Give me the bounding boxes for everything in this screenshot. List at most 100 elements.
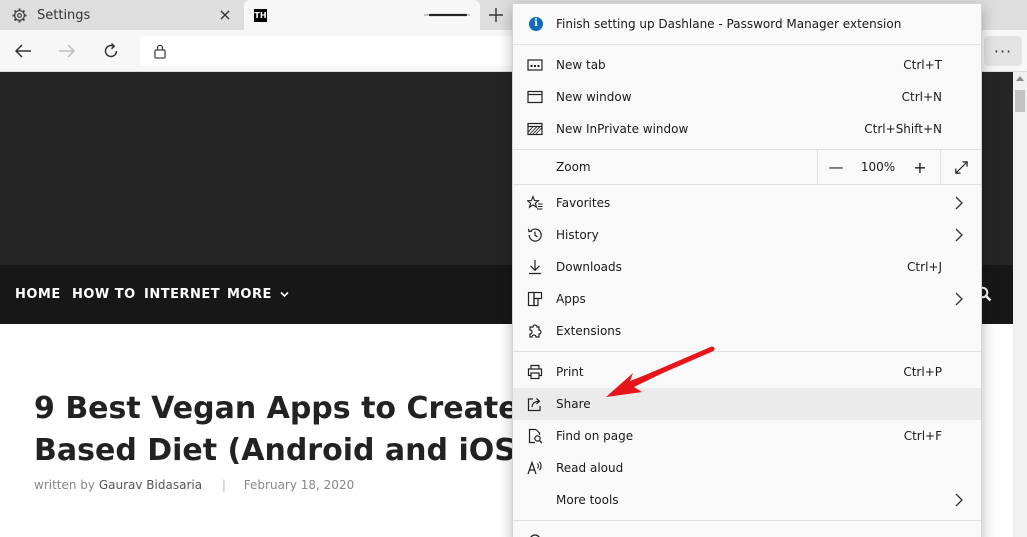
byline-prefix: written by bbox=[34, 478, 96, 492]
menu-item-new-inprivate-window[interactable]: New InPrivate window Ctrl+Shift+N bbox=[513, 113, 981, 145]
menu-divider bbox=[513, 351, 981, 352]
menu-label: New InPrivate window bbox=[556, 122, 689, 136]
article-title-line-1: 9 Best Vegan Apps to Create Pl bbox=[34, 391, 514, 426]
history-clock-icon bbox=[527, 228, 542, 242]
menu-item-new-tab[interactable]: New tab Ctrl+T bbox=[513, 49, 981, 81]
nav-more-link[interactable]: MORE bbox=[227, 287, 289, 302]
close-icon[interactable] bbox=[217, 7, 233, 23]
author-link[interactable]: Gaurav Bidasaria bbox=[99, 478, 202, 492]
nav-how-to-link[interactable]: HOW TO bbox=[72, 287, 136, 302]
arrow-left-icon bbox=[14, 44, 31, 58]
find-on-page-icon bbox=[528, 428, 543, 444]
menu-label: Downloads bbox=[556, 260, 622, 274]
scroll-thumb[interactable] bbox=[1015, 90, 1025, 112]
menu-divider bbox=[513, 520, 981, 521]
notice-text: Finish setting up Dashlane - Password Ma… bbox=[556, 17, 902, 31]
download-icon bbox=[529, 260, 541, 275]
menu-label: Extensions bbox=[556, 324, 622, 338]
menu-shortcut: Ctrl+T bbox=[903, 58, 942, 72]
refresh-button[interactable] bbox=[98, 38, 124, 64]
chevron-down-icon bbox=[280, 291, 289, 298]
menu-label: Find on page bbox=[556, 429, 634, 443]
chevron-right-icon bbox=[955, 493, 963, 507]
window-icon bbox=[527, 90, 543, 104]
settings-and-more-button[interactable]: ··· bbox=[984, 36, 1022, 66]
menu-item-read-aloud[interactable]: Read aloud bbox=[513, 452, 981, 484]
chevron-right-icon bbox=[955, 228, 963, 242]
menu-shortcut: Ctrl+F bbox=[903, 429, 942, 443]
menu-label: More tools bbox=[556, 493, 619, 507]
nav-internet-link[interactable]: INTERNET bbox=[144, 287, 220, 302]
menu-label: Read aloud bbox=[556, 461, 624, 475]
menu-label: Favorites bbox=[556, 196, 611, 210]
tab-active-article[interactable]: TH bbox=[244, 0, 480, 30]
menu-label: History bbox=[556, 228, 599, 242]
arrow-right-icon bbox=[59, 44, 76, 58]
menu-label: New tab bbox=[556, 58, 606, 72]
plus-icon bbox=[489, 8, 503, 22]
menu-item-print[interactable]: Print Ctrl+P bbox=[513, 356, 981, 388]
menu-divider bbox=[513, 184, 981, 185]
fullscreen-icon bbox=[955, 160, 968, 174]
chevron-right-icon bbox=[955, 196, 963, 210]
menu-item-downloads[interactable]: Downloads Ctrl+J bbox=[513, 251, 981, 283]
lock-icon bbox=[154, 44, 166, 59]
settings-and-more-menu: i Finish setting up Dashlane - Password … bbox=[512, 3, 982, 537]
gear-icon bbox=[12, 7, 27, 23]
menu-item-favorites[interactable]: Favorites bbox=[513, 187, 981, 219]
menu-item-share[interactable]: Share bbox=[513, 388, 981, 420]
byline-separator: | bbox=[221, 478, 226, 492]
refresh-icon bbox=[104, 42, 118, 58]
menu-shortcut: Ctrl+Shift+N bbox=[864, 122, 942, 136]
extension-setup-notice[interactable]: i Finish setting up Dashlane - Password … bbox=[513, 4, 981, 45]
menu-item-more-tools[interactable]: More tools bbox=[513, 484, 981, 516]
share-icon bbox=[527, 398, 541, 412]
new-tab-icon bbox=[527, 59, 543, 71]
nav-more-label: MORE bbox=[227, 287, 272, 302]
publish-date: February 18, 2020 bbox=[243, 478, 355, 492]
settings-gear-icon bbox=[530, 534, 540, 537]
menu-label: Share bbox=[556, 397, 591, 411]
page-scrollbar[interactable] bbox=[1013, 72, 1027, 537]
info-icon: i bbox=[529, 17, 543, 31]
menu-shortcut: Ctrl+P bbox=[903, 365, 942, 379]
favorites-star-icon bbox=[527, 195, 543, 210]
nav-home-link[interactable]: HOME bbox=[15, 287, 61, 302]
article-title: 9 Best Vegan Apps to Create Pl Based Die… bbox=[34, 388, 514, 472]
chevron-right-icon bbox=[955, 292, 963, 306]
back-button[interactable] bbox=[10, 38, 36, 64]
menu-item-extensions[interactable]: Extensions bbox=[513, 315, 981, 347]
zoom-in-button[interactable]: + bbox=[902, 150, 938, 184]
zoom-controls: — 100% + bbox=[817, 150, 981, 184]
tab-settings[interactable]: Settings bbox=[0, 0, 243, 30]
puzzle-piece-icon bbox=[529, 324, 542, 338]
forward-button[interactable] bbox=[54, 38, 80, 64]
menu-shortcut: Ctrl+N bbox=[901, 90, 942, 104]
menu-label: Print bbox=[556, 365, 584, 379]
tab-label: Settings bbox=[37, 7, 91, 23]
article-title-line-2: Based Diet (Android and iOS) bbox=[34, 433, 514, 468]
zoom-label: Zoom bbox=[556, 160, 591, 174]
menu-label: Apps bbox=[556, 292, 586, 306]
article-byline: written by Gaurav Bidasaria | February 1… bbox=[34, 478, 354, 492]
menu-item-new-window[interactable]: New window Ctrl+N bbox=[513, 81, 981, 113]
menu-item-apps[interactable]: Apps bbox=[513, 283, 981, 315]
zoom-out-button[interactable]: — bbox=[818, 150, 854, 184]
loading-indicator bbox=[424, 13, 470, 17]
site-favicon: TH bbox=[254, 8, 267, 22]
menu-item-settings-partial[interactable] bbox=[513, 524, 981, 537]
fullscreen-button[interactable] bbox=[940, 150, 982, 184]
printer-icon bbox=[527, 364, 543, 380]
apps-grid-icon bbox=[527, 291, 543, 307]
zoom-level: 100% bbox=[860, 160, 896, 174]
scroll-up-arrow-icon[interactable] bbox=[1016, 76, 1024, 81]
inprivate-icon bbox=[527, 122, 543, 136]
menu-shortcut: Ctrl+J bbox=[907, 260, 942, 274]
menu-item-zoom: Zoom — 100% + bbox=[513, 150, 981, 184]
address-bar[interactable] bbox=[140, 36, 512, 66]
menu-label: New window bbox=[556, 90, 632, 104]
menu-item-history[interactable]: History bbox=[513, 219, 981, 251]
read-aloud-icon bbox=[527, 460, 542, 475]
menu-item-find-on-page[interactable]: Find on page Ctrl+F bbox=[513, 420, 981, 452]
new-tab-button[interactable] bbox=[484, 3, 508, 27]
